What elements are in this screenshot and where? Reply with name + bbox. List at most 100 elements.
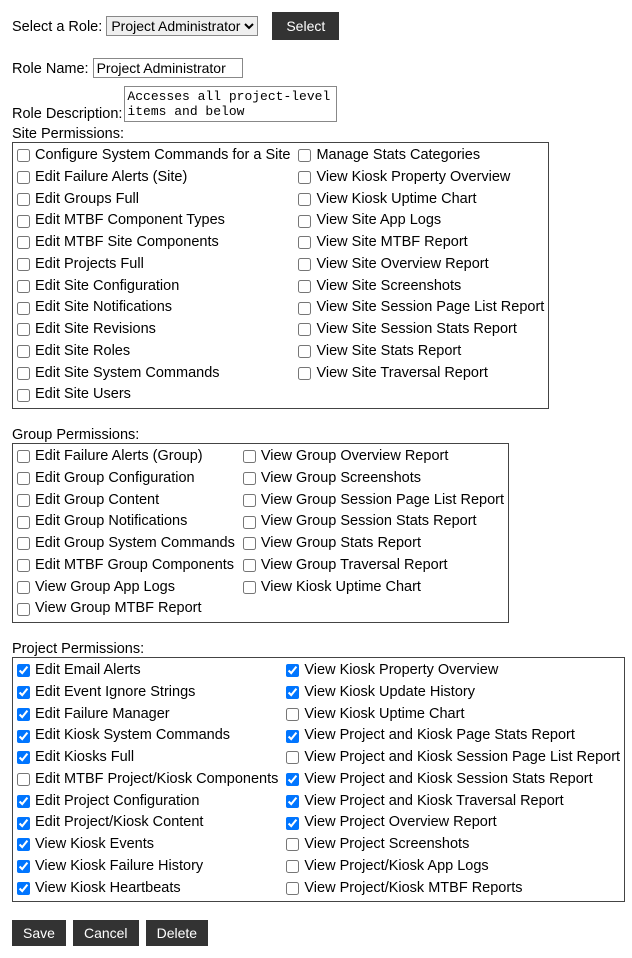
- site-perm-checkbox[interactable]: [298, 258, 311, 271]
- project-perm-checkbox[interactable]: [17, 664, 30, 677]
- role-select-row: Select a Role: Project Administrator Sel…: [12, 12, 620, 40]
- site-perm-checkbox[interactable]: [17, 149, 30, 162]
- group-perm-checkbox[interactable]: [243, 581, 256, 594]
- project-perm-checkbox[interactable]: [17, 686, 30, 699]
- project-perm-item: View Project and Kiosk Page Stats Report: [286, 725, 620, 747]
- role-desc-input[interactable]: [124, 86, 337, 122]
- project-permissions-title: Project Permissions:: [12, 641, 620, 657]
- project-perm-label: Edit Project/Kiosk Content: [35, 812, 203, 834]
- project-perm-checkbox[interactable]: [17, 751, 30, 764]
- site-perm-checkbox[interactable]: [298, 215, 311, 228]
- project-perm-checkbox[interactable]: [286, 664, 299, 677]
- site-perm-checkbox[interactable]: [17, 323, 30, 336]
- site-perm-checkbox[interactable]: [298, 280, 311, 293]
- project-perm-label: View Kiosk Property Overview: [304, 660, 498, 682]
- site-perm-checkbox[interactable]: [298, 236, 311, 249]
- group-perm-checkbox[interactable]: [243, 472, 256, 485]
- site-perm-checkbox[interactable]: [298, 171, 311, 184]
- project-perm-checkbox[interactable]: [17, 795, 30, 808]
- site-perm-checkbox[interactable]: [17, 389, 30, 402]
- project-perm-checkbox[interactable]: [286, 817, 299, 830]
- site-perm-checkbox[interactable]: [17, 367, 30, 380]
- project-perm-checkbox[interactable]: [286, 795, 299, 808]
- project-perm-checkbox[interactable]: [17, 838, 30, 851]
- site-perm-checkbox[interactable]: [17, 193, 30, 206]
- site-perm-checkbox[interactable]: [17, 171, 30, 184]
- role-name-label: Role Name:: [12, 61, 89, 77]
- site-perm-item: Edit Site System Commands: [17, 363, 290, 385]
- project-perm-checkbox[interactable]: [17, 882, 30, 895]
- site-perm-checkbox[interactable]: [298, 367, 311, 380]
- site-perm-label: Edit MTBF Site Components: [35, 232, 219, 254]
- group-perm-checkbox[interactable]: [17, 559, 30, 572]
- project-perm-item: Edit Project/Kiosk Content: [17, 812, 278, 834]
- group-perm-checkbox[interactable]: [17, 537, 30, 550]
- group-perm-label: View Group Overview Report: [261, 446, 449, 468]
- group-perm-checkbox[interactable]: [17, 450, 30, 463]
- site-perm-item: Configure System Commands for a Site: [17, 145, 290, 167]
- project-perm-checkbox[interactable]: [286, 838, 299, 851]
- group-perm-checkbox[interactable]: [243, 559, 256, 572]
- site-perm-checkbox[interactable]: [17, 302, 30, 315]
- project-perm-checkbox[interactable]: [17, 708, 30, 721]
- project-perm-label: Edit MTBF Project/Kiosk Components: [35, 769, 278, 791]
- site-perm-item: View Site App Logs: [298, 210, 544, 232]
- group-perm-checkbox[interactable]: [17, 581, 30, 594]
- group-perm-label: View Group Session Stats Report: [261, 511, 477, 533]
- site-perm-label: View Site Overview Report: [316, 254, 488, 276]
- role-desc-row: Role Description:: [12, 86, 620, 122]
- project-perm-item: View Kiosk Property Overview: [286, 660, 620, 682]
- site-perm-checkbox[interactable]: [298, 149, 311, 162]
- site-perm-label: View Kiosk Uptime Chart: [316, 189, 476, 211]
- project-perm-checkbox[interactable]: [17, 817, 30, 830]
- project-perm-checkbox[interactable]: [17, 860, 30, 873]
- site-perm-item: View Site Screenshots: [298, 276, 544, 298]
- group-perm-item: View Kiosk Uptime Chart: [243, 577, 504, 599]
- site-perm-checkbox[interactable]: [17, 280, 30, 293]
- role-select[interactable]: Project Administrator: [106, 16, 258, 36]
- site-perm-label: Manage Stats Categories: [316, 145, 480, 167]
- select-button[interactable]: Select: [272, 12, 339, 40]
- project-perm-label: Edit Kiosks Full: [35, 747, 134, 769]
- project-perm-checkbox[interactable]: [286, 882, 299, 895]
- group-perm-checkbox[interactable]: [243, 516, 256, 529]
- role-name-input[interactable]: [93, 58, 243, 78]
- project-perm-label: Edit Failure Manager: [35, 704, 170, 726]
- site-perm-checkbox[interactable]: [17, 215, 30, 228]
- site-perm-item: Edit Projects Full: [17, 254, 290, 276]
- site-perm-item: Manage Stats Categories: [298, 145, 544, 167]
- site-perm-checkbox[interactable]: [298, 193, 311, 206]
- cancel-button[interactable]: Cancel: [73, 920, 139, 946]
- site-perm-checkbox[interactable]: [17, 345, 30, 358]
- group-perm-checkbox[interactable]: [243, 450, 256, 463]
- group-perm-checkbox[interactable]: [243, 537, 256, 550]
- save-button[interactable]: Save: [12, 920, 66, 946]
- site-perm-checkbox[interactable]: [17, 258, 30, 271]
- group-perm-checkbox[interactable]: [17, 472, 30, 485]
- site-perm-checkbox[interactable]: [17, 236, 30, 249]
- project-perm-checkbox[interactable]: [286, 773, 299, 786]
- project-perm-checkbox[interactable]: [286, 686, 299, 699]
- group-perm-checkbox[interactable]: [243, 494, 256, 507]
- site-perm-label: View Site App Logs: [316, 210, 441, 232]
- project-perm-checkbox[interactable]: [286, 860, 299, 873]
- project-perm-label: View Project and Kiosk Session Page List…: [304, 747, 620, 769]
- site-permissions-box: Configure System Commands for a Site Edit…: [12, 142, 549, 409]
- site-perm-checkbox[interactable]: [298, 345, 311, 358]
- project-perm-item: Edit Project Configuration: [17, 791, 278, 813]
- project-perm-label: View Project/Kiosk MTBF Reports: [304, 878, 522, 900]
- delete-button[interactable]: Delete: [146, 920, 208, 946]
- site-perm-label: View Site Traversal Report: [316, 363, 487, 385]
- group-perm-checkbox[interactable]: [17, 494, 30, 507]
- site-perm-checkbox[interactable]: [298, 302, 311, 315]
- project-perm-checkbox[interactable]: [286, 708, 299, 721]
- group-perm-checkbox[interactable]: [17, 603, 30, 616]
- project-perm-item: View Project and Kiosk Session Page List…: [286, 747, 620, 769]
- project-perm-checkbox[interactable]: [17, 773, 30, 786]
- group-perm-checkbox[interactable]: [17, 516, 30, 529]
- project-perm-checkbox[interactable]: [17, 730, 30, 743]
- site-perm-checkbox[interactable]: [298, 323, 311, 336]
- site-perm-label: Edit Site Revisions: [35, 319, 156, 341]
- project-perm-checkbox[interactable]: [286, 751, 299, 764]
- project-perm-checkbox[interactable]: [286, 730, 299, 743]
